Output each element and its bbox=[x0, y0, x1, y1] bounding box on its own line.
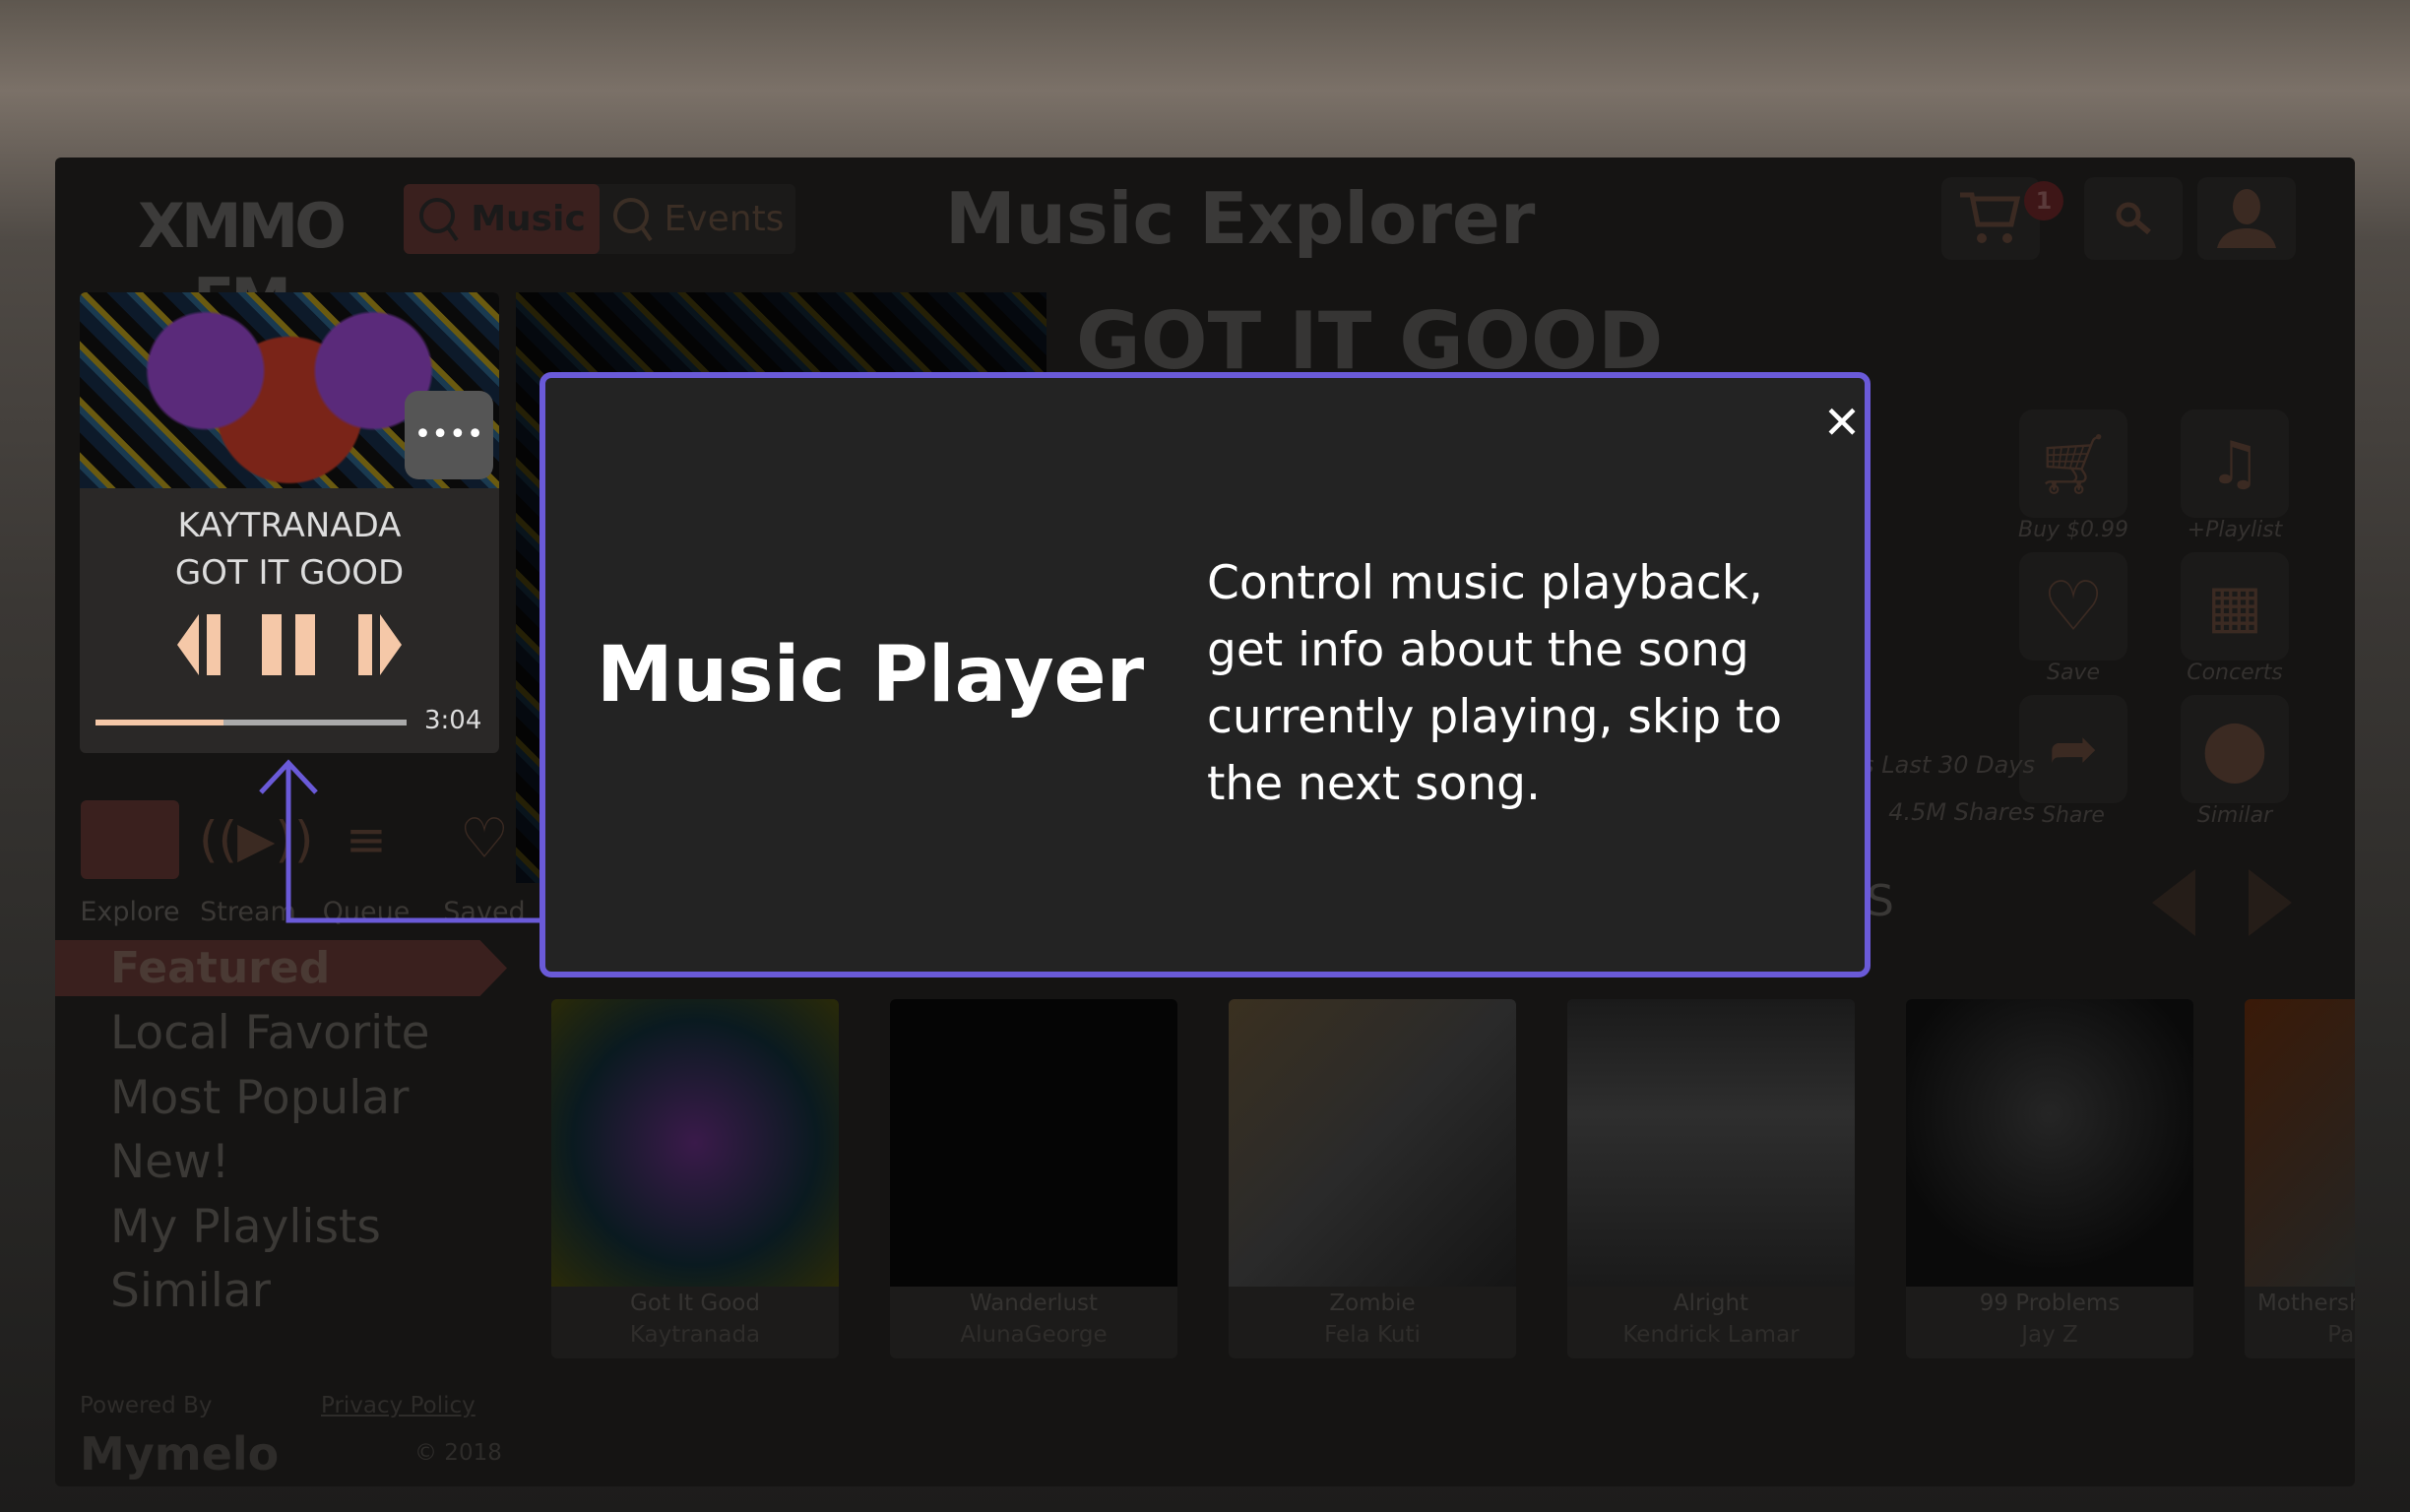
close-icon[interactable]: ✕ bbox=[1819, 400, 1865, 445]
modal-title: Music Player bbox=[597, 630, 1145, 720]
tooltip-modal: ✕ Music Player Control music playback, g… bbox=[539, 372, 1871, 977]
modal-description: Control music playback, get info about t… bbox=[1207, 556, 1783, 811]
